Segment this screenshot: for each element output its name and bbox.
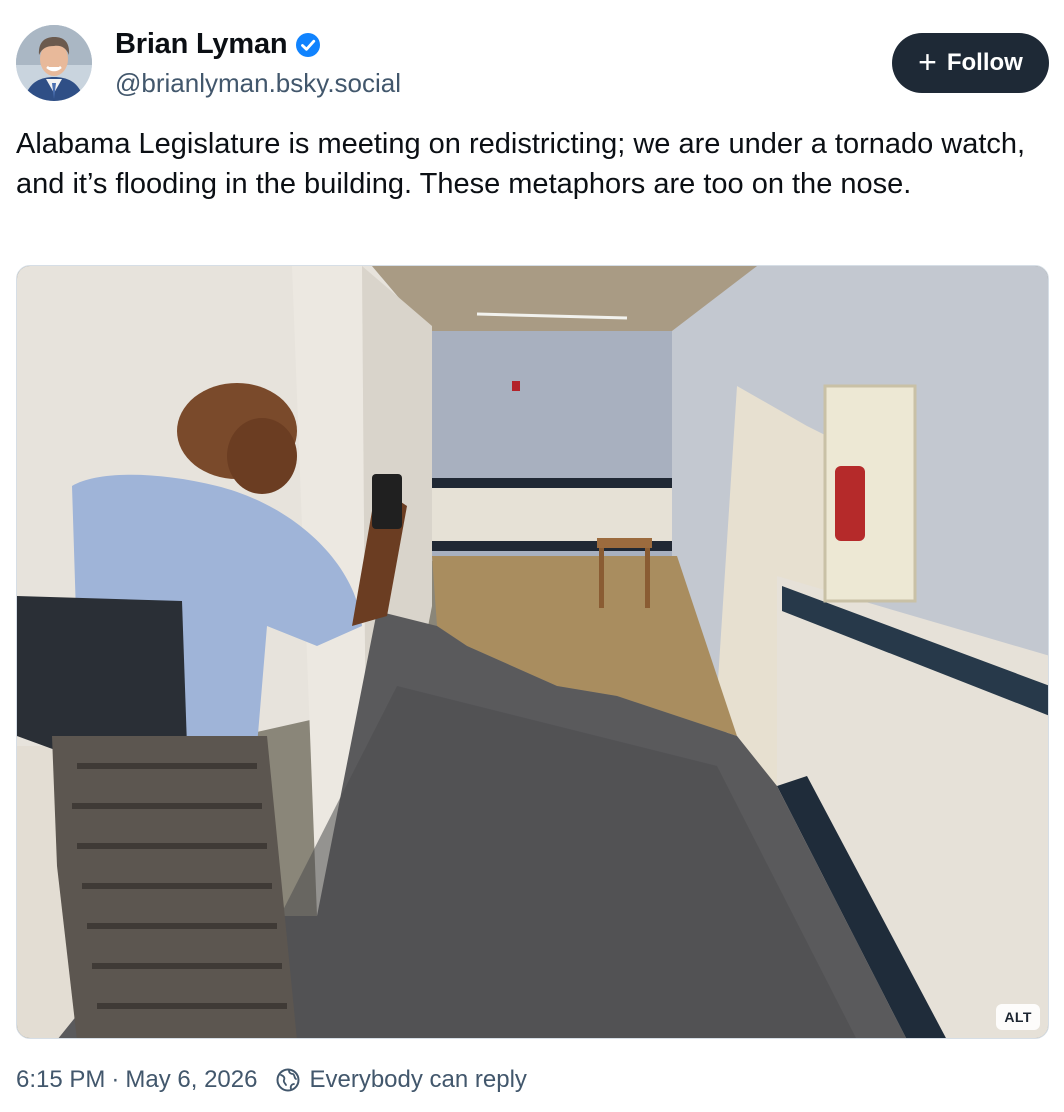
post-time[interactable]: 6:15 PM [16,1066,105,1094]
alt-text-badge[interactable]: ALT [996,1004,1040,1030]
footer-separator: · [111,1066,120,1093]
verified-badge-icon[interactable] [295,32,321,58]
post-footer: 6:15 PM · May 6, 2026 Everybody can repl… [16,1066,527,1094]
post-image[interactable]: ALT [16,265,1049,1039]
flooded-hallway-photo [17,266,1048,1038]
follow-button-label: Follow [946,49,1023,76]
post-date[interactable]: May 6, 2026 [125,1066,257,1094]
reply-setting[interactable]: Everybody can reply [309,1066,526,1094]
author-display-name[interactable]: Brian Lyman [115,28,288,61]
plus-icon: + [918,43,937,80]
follow-button[interactable]: + Follow [892,33,1049,93]
author-handle[interactable]: @brianlyman.bsky.social [115,68,401,99]
author-name-row: Brian Lyman [115,28,321,61]
post-text: Alabama Legislature is meeting on redist… [16,128,1026,200]
post-card: Brian Lyman @brianlyman.bsky.social + Fo… [0,0,1064,1112]
globe-icon [276,1068,300,1092]
author-avatar[interactable] [16,25,92,101]
